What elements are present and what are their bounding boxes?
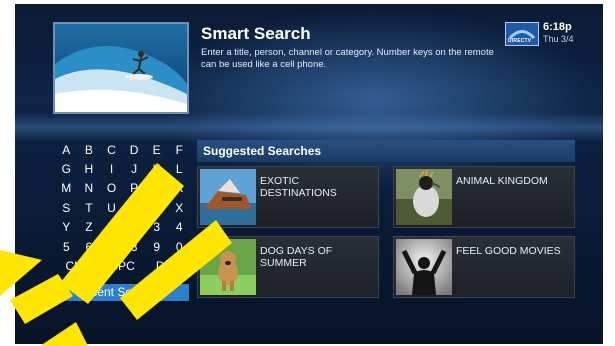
tv-screen: Smart Search Enter a title, person, chan… (15, 4, 603, 344)
keypad-row: S T U V W X (55, 198, 191, 217)
instructions-text: Enter a title, person, channel or catego… (201, 47, 494, 70)
key[interactable]: K (145, 162, 168, 176)
key[interactable]: 2 (123, 220, 146, 234)
key[interactable]: 7 (100, 240, 123, 254)
directv-logo: DIRECTV (505, 22, 539, 46)
key[interactable]: 3 (145, 220, 168, 234)
key[interactable]: G (55, 162, 78, 176)
key[interactable]: 1 (100, 220, 123, 234)
clock-date: Thu 3/4 (543, 34, 574, 44)
clear-key[interactable]: CLR (55, 259, 100, 273)
key[interactable]: O (100, 181, 123, 195)
keypad-row: 5 6 7 8 9 0 (55, 237, 191, 256)
key[interactable]: 8 (123, 240, 146, 254)
key[interactable]: P (123, 181, 146, 195)
key[interactable]: A (55, 143, 78, 157)
key[interactable]: D (123, 143, 146, 157)
delete-key[interactable]: DEL (145, 259, 190, 273)
suggestion-label: EXOTIC DESTINATIONS (260, 175, 337, 199)
dog-photo-icon (200, 239, 256, 295)
key[interactable]: C (100, 143, 123, 157)
clock-time: 6:18p (543, 21, 572, 33)
surfer-thumbnail (53, 22, 189, 114)
page-title: Smart Search (201, 24, 311, 43)
logo-text: DIRECTV (508, 38, 532, 44)
key[interactable]: R (168, 181, 191, 195)
key[interactable]: B (78, 143, 101, 157)
key[interactable]: Y (55, 220, 78, 234)
key[interactable]: Q (145, 181, 168, 195)
space-key[interactable]: SPC (100, 259, 145, 273)
celebration-photo-icon (396, 239, 452, 295)
key[interactable]: 6 (78, 240, 101, 254)
key[interactable]: N (78, 181, 101, 195)
suggestion-label: ANIMAL KINGDOM (456, 175, 548, 187)
key[interactable]: 9 (145, 240, 168, 254)
key[interactable]: T (78, 201, 101, 215)
key[interactable]: F (168, 143, 191, 157)
keypad-row: G H I J K L (55, 159, 191, 178)
key[interactable]: E (145, 143, 168, 157)
decorative-glow (15, 112, 603, 142)
suggestion-label: FEEL GOOD MOVIES (456, 245, 561, 257)
key[interactable]: Z (78, 220, 101, 234)
suggestion-tile-dog-days[interactable]: DOG DAYS OF SUMMER (197, 236, 379, 298)
keypad-row: M N O P Q R (55, 179, 191, 198)
keypad-function-row: CLR SPC DEL (55, 256, 191, 275)
keypad-row: A B C D E F (55, 140, 191, 159)
bird-photo-icon (396, 169, 452, 225)
keypad-row: Y Z 1 2 3 4 (55, 218, 191, 237)
key[interactable]: S (55, 201, 78, 215)
key[interactable]: 5 (55, 240, 78, 254)
key[interactable]: H (78, 162, 101, 176)
suggestion-tile-feel-good[interactable]: FEEL GOOD MOVIES (393, 236, 575, 298)
key[interactable]: M (55, 181, 78, 195)
suggestion-tile-animal[interactable]: ANIMAL KINGDOM (393, 166, 575, 228)
key[interactable]: I (100, 162, 123, 176)
onscreen-keypad: A B C D E F G H I J K L M N O P Q R S T … (55, 140, 191, 276)
key[interactable]: 4 (168, 220, 191, 234)
boat-photo-icon (200, 169, 256, 225)
key[interactable]: J (123, 162, 146, 176)
key[interactable]: W (145, 201, 168, 215)
key[interactable]: L (168, 162, 191, 176)
suggestion-label: DOG DAYS OF SUMMER (260, 245, 333, 269)
key[interactable]: X (168, 201, 191, 215)
suggested-searches-panel: Suggested Searches EXOTIC DESTINATIONS A… (197, 140, 575, 306)
key[interactable]: 0 (168, 240, 191, 254)
key[interactable]: U (100, 201, 123, 215)
key[interactable]: V (123, 201, 146, 215)
suggestion-tile-exotic[interactable]: EXOTIC DESTINATIONS (197, 166, 379, 228)
suggested-searches-header: Suggested Searches (197, 140, 575, 162)
recent-searches-button[interactable]: Recent Searches (55, 284, 189, 301)
